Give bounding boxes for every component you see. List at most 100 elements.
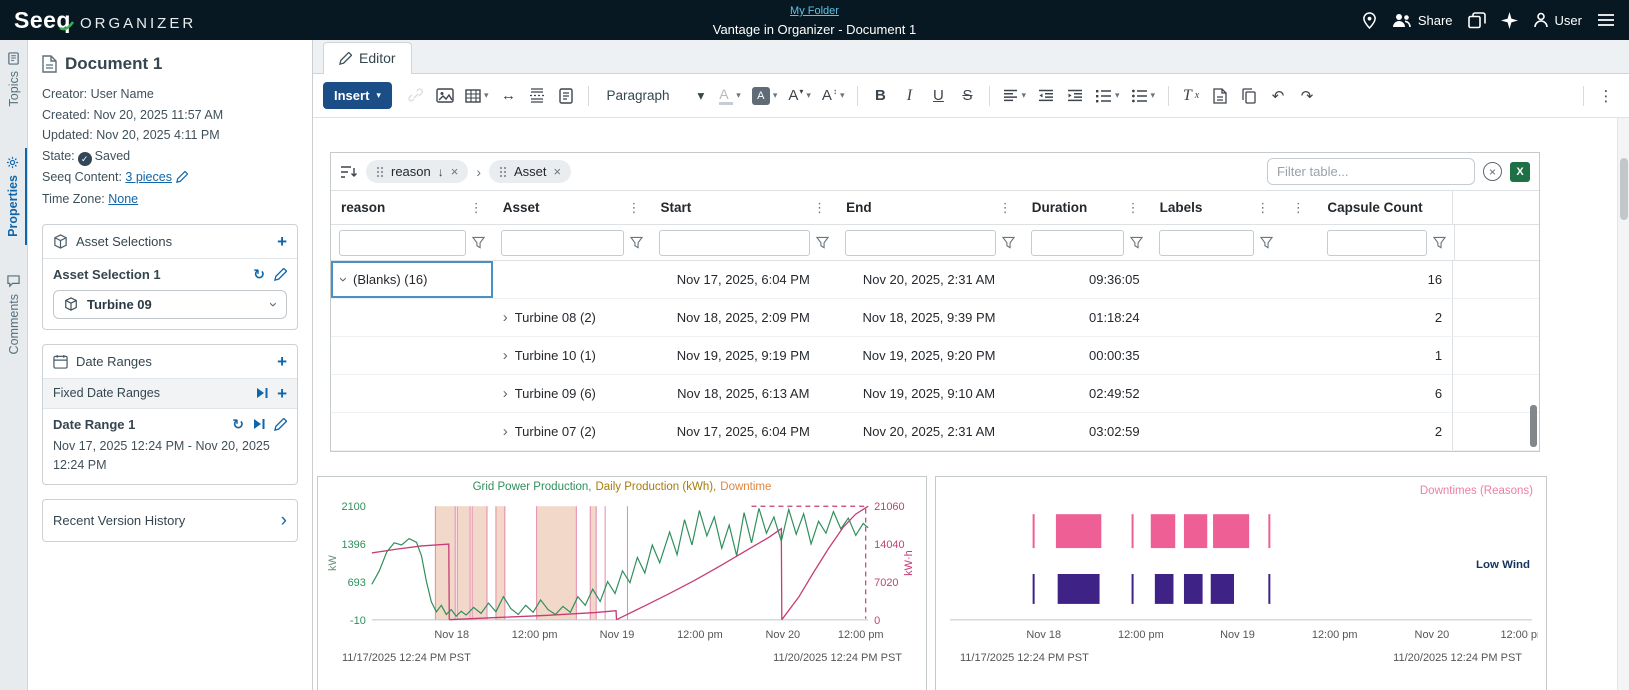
count-filter-input[interactable] <box>1327 230 1427 256</box>
export-excel-icon[interactable]: X <box>1510 162 1530 182</box>
link-button[interactable] <box>403 82 429 110</box>
font-size-button[interactable]: A▾▾ <box>784 82 815 110</box>
asset-selector-dropdown[interactable]: Turbine 09 › <box>53 290 287 319</box>
asset-filter-input[interactable] <box>501 230 624 256</box>
capsule-bar-low-wind[interactable] <box>1184 574 1203 604</box>
remove-pill-icon[interactable]: × <box>554 164 562 179</box>
group-pill-asset[interactable]: Asset × <box>489 160 571 183</box>
worksheets-icon[interactable] <box>1468 12 1486 29</box>
highlight-color-button[interactable]: A▾ <box>748 82 782 110</box>
tab-properties[interactable]: Properties <box>0 148 27 245</box>
capsule-bar-downtimes-reasons[interactable] <box>1132 514 1134 548</box>
bold-button[interactable]: B <box>867 82 893 110</box>
user-menu[interactable]: User <box>1533 12 1582 28</box>
editor-scrollbar-thumb[interactable] <box>1620 158 1628 220</box>
labels-filter-input[interactable] <box>1159 230 1254 256</box>
italic-button[interactable]: I <box>896 82 922 110</box>
filter-funnel-icon[interactable] <box>816 236 829 249</box>
expand-group-icon[interactable]: › <box>503 424 508 439</box>
clear-formatting-button[interactable]: Tx <box>1178 82 1204 110</box>
column-header-end[interactable]: End⋮ <box>836 191 1022 224</box>
column-menu-icon[interactable]: ⋮ <box>999 200 1012 216</box>
export-pdf-button[interactable] <box>1207 82 1233 110</box>
capsule-bar-downtimes-reasons[interactable] <box>1213 514 1249 548</box>
column-header-duration[interactable]: Duration⋮ <box>1022 191 1150 224</box>
add-asset-selection-button[interactable]: + <box>277 233 287 250</box>
page-break-button[interactable] <box>524 82 550 110</box>
column-header-menu[interactable]: ⋮ <box>1279 191 1317 224</box>
capsule-bar-downtimes-reasons[interactable] <box>1268 514 1270 548</box>
ai-assistant-icon[interactable] <box>1501 12 1518 29</box>
tab-editor[interactable]: Editor <box>323 42 412 74</box>
bullet-list-button[interactable]: ▾ <box>1127 82 1160 110</box>
line-height-button[interactable]: A↕▾ <box>818 82 849 110</box>
filter-funnel-icon[interactable] <box>1002 236 1015 249</box>
ordered-list-button[interactable]: ▾ <box>1091 82 1124 110</box>
sort-descending-icon[interactable]: ↓ <box>438 165 444 179</box>
column-header-count[interactable]: Capsule Count <box>1317 191 1453 224</box>
editor-scrollbar[interactable] <box>1617 118 1629 690</box>
filter-funnel-icon[interactable] <box>630 236 643 249</box>
column-menu-icon[interactable]: ⋮ <box>627 200 640 216</box>
column-header-asset[interactable]: Asset⋮ <box>493 191 651 224</box>
filter-table-input[interactable] <box>1267 158 1475 185</box>
edit-seeq-content-icon[interactable] <box>176 172 188 186</box>
table-row[interactable]: ›Turbine 09 (6)Nov 18, 2025, 6:13 AMNov … <box>331 375 1539 413</box>
timezone-link[interactable]: None <box>108 192 138 206</box>
duration-filter-input[interactable] <box>1031 230 1124 256</box>
indent-button[interactable] <box>1062 82 1088 110</box>
insert-table-button[interactable]: ▾ <box>461 82 493 110</box>
capsule-bar-low-wind[interactable] <box>1132 574 1134 604</box>
table-row[interactable]: ›Turbine 10 (1)Nov 19, 2025, 9:19 PMNov … <box>331 337 1539 375</box>
start-filter-input[interactable] <box>659 230 810 256</box>
trend-chart-widget[interactable]: Grid Power Production,Daily Production (… <box>317 476 927 690</box>
insert-image-button[interactable] <box>432 82 458 110</box>
redo-button[interactable]: ↷ <box>1294 82 1320 110</box>
group-sort-icon[interactable] <box>340 165 358 179</box>
column-header-start[interactable]: Start⋮ <box>650 191 836 224</box>
undo-button[interactable]: ↶ <box>1265 82 1291 110</box>
filter-funnel-icon[interactable] <box>1433 236 1446 249</box>
breadcrumb[interactable]: My Folder <box>790 6 839 17</box>
share-button[interactable]: Share <box>1392 12 1453 28</box>
seeq-content-link[interactable]: 3 pieces <box>125 170 172 184</box>
edit-asset-selection-icon[interactable] <box>274 268 287 281</box>
table-scrollbar-thumb[interactable] <box>1530 405 1537 447</box>
journal-button[interactable] <box>553 82 579 110</box>
table-row[interactable]: ›Turbine 08 (2)Nov 18, 2025, 2:09 PMNov … <box>331 299 1539 337</box>
capsule-bar-downtimes-reasons[interactable] <box>1056 514 1101 548</box>
copy-button[interactable] <box>1236 82 1262 110</box>
column-header-reason[interactable]: reason⋮ <box>331 191 493 224</box>
add-date-range-button[interactable]: + <box>277 353 287 370</box>
end-filter-input[interactable] <box>845 230 996 256</box>
group-pill-reason[interactable]: reason ↓ × <box>366 160 468 183</box>
expand-group-icon[interactable]: › <box>503 386 508 401</box>
edit-date-range-icon[interactable] <box>274 418 287 431</box>
table-row[interactable]: ›Turbine 07 (2)Nov 17, 2025, 6:04 PMNov … <box>331 413 1539 451</box>
paragraph-style-dropdown[interactable]: Paragraph▾ <box>598 88 712 104</box>
outdent-button[interactable] <box>1033 82 1059 110</box>
toolbar-overflow-menu[interactable]: ⋮ <box>1593 82 1619 110</box>
filter-funnel-icon[interactable] <box>1260 236 1273 249</box>
insert-button[interactable]: Insert▾ <box>323 82 392 109</box>
recent-version-history[interactable]: Recent Version History › <box>42 499 298 542</box>
column-header-filler[interactable] <box>1453 191 1539 224</box>
refresh-asset-selection-icon[interactable]: ↻ <box>253 267 265 281</box>
font-color-button[interactable]: A▾ <box>715 82 745 110</box>
column-header-labels[interactable]: Labels⋮ <box>1150 191 1280 224</box>
drag-grip-icon[interactable] <box>499 166 507 178</box>
seeq-logo[interactable]: Seeq ORGANIZER <box>14 9 196 32</box>
capsule-bar-low-wind[interactable] <box>1268 574 1270 604</box>
hamburger-menu-icon[interactable] <box>1597 13 1615 27</box>
tab-comments[interactable]: Comments <box>0 267 27 362</box>
horizontal-rule-button[interactable]: ↔ <box>495 82 521 110</box>
column-menu-icon[interactable]: ⋮ <box>813 200 826 216</box>
capsule-bar-downtimes-reasons[interactable] <box>1033 514 1035 548</box>
reason-filter-input[interactable] <box>339 230 466 256</box>
capsule-bar-low-wind[interactable] <box>1033 574 1035 604</box>
table-row[interactable]: ›(Blanks) (16)Nov 17, 2025, 6:04 PMNov 2… <box>331 261 1539 299</box>
step-to-end-icon[interactable] <box>253 418 265 430</box>
table-scrollbar[interactable] <box>1529 263 1538 449</box>
underline-button[interactable]: U <box>925 82 951 110</box>
add-fixed-date-range-button[interactable]: + <box>277 385 287 402</box>
